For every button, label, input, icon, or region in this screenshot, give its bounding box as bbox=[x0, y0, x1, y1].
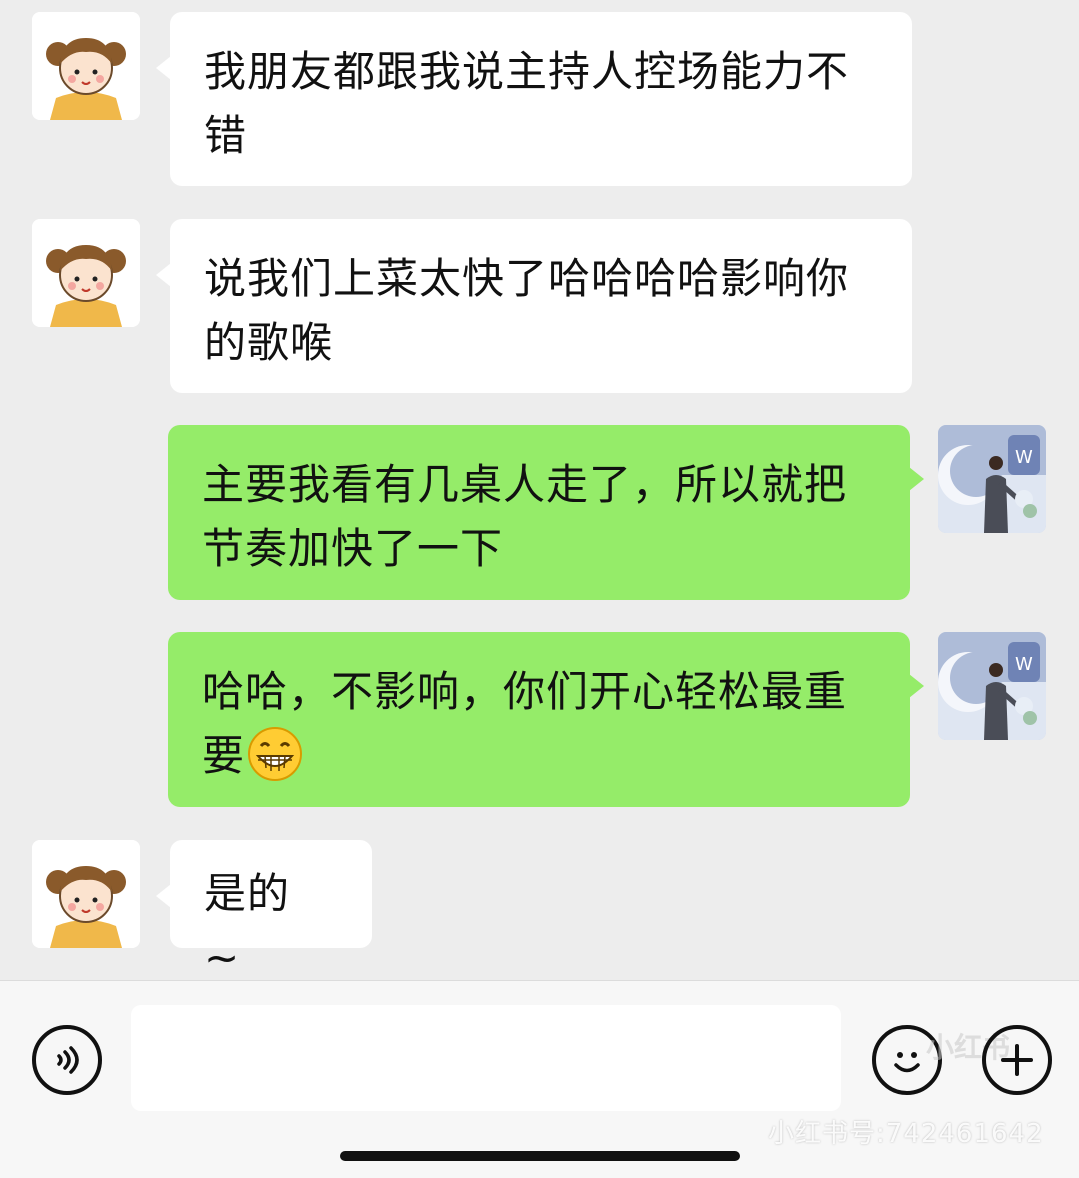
voice-icon[interactable] bbox=[32, 1025, 102, 1095]
grinning-face-emoji bbox=[247, 726, 303, 782]
cartoon-girl-avatar[interactable] bbox=[32, 12, 140, 120]
message-text: 我朋友都跟我说主持人控场能力不错 bbox=[204, 47, 850, 160]
outgoing-message-bubble[interactable]: 哈哈，不影响，你们开心轻松最重要 bbox=[168, 632, 924, 807]
outgoing-message-bubble[interactable]: 主要我看有几桌人走了，所以就把节奏加快了一下 bbox=[168, 425, 924, 600]
svg-text:W: W bbox=[1015, 654, 1033, 675]
host-photo-avatar[interactable]: W bbox=[938, 425, 1046, 533]
message-input[interactable] bbox=[131, 1005, 841, 1111]
incoming-message-bubble[interactable]: 说我们上菜太快了哈哈哈哈影响你的歌喉 bbox=[156, 219, 912, 393]
incoming-message-bubble[interactable]: 是的 ~ bbox=[156, 840, 372, 982]
plus-icon[interactable] bbox=[982, 1025, 1052, 1095]
cartoon-girl-avatar[interactable] bbox=[32, 219, 140, 327]
svg-text:W: W bbox=[1015, 447, 1033, 468]
host-photo-avatar[interactable]: W bbox=[938, 632, 1046, 740]
watermark-text: 小红书号:742461642 bbox=[768, 1119, 1044, 1149]
input-bar: 小红书 小红书号:742461642 bbox=[0, 980, 1079, 1178]
message-text: 是的 ~ bbox=[204, 869, 291, 982]
message-text: 主要我看有几桌人走了，所以就把节奏加快了一下 bbox=[202, 460, 848, 573]
home-indicator[interactable] bbox=[340, 1151, 740, 1161]
message-text: 说我们上菜太快了哈哈哈哈影响你的歌喉 bbox=[204, 254, 850, 367]
cartoon-girl-avatar[interactable] bbox=[32, 840, 140, 948]
chat-area: 我朋友都跟我说主持人控场能力不错 说我们上菜太快了哈哈哈哈影响你的歌喉 主要我看… bbox=[0, 0, 1079, 982]
incoming-message-bubble[interactable]: 我朋友都跟我说主持人控场能力不错 bbox=[156, 12, 912, 186]
